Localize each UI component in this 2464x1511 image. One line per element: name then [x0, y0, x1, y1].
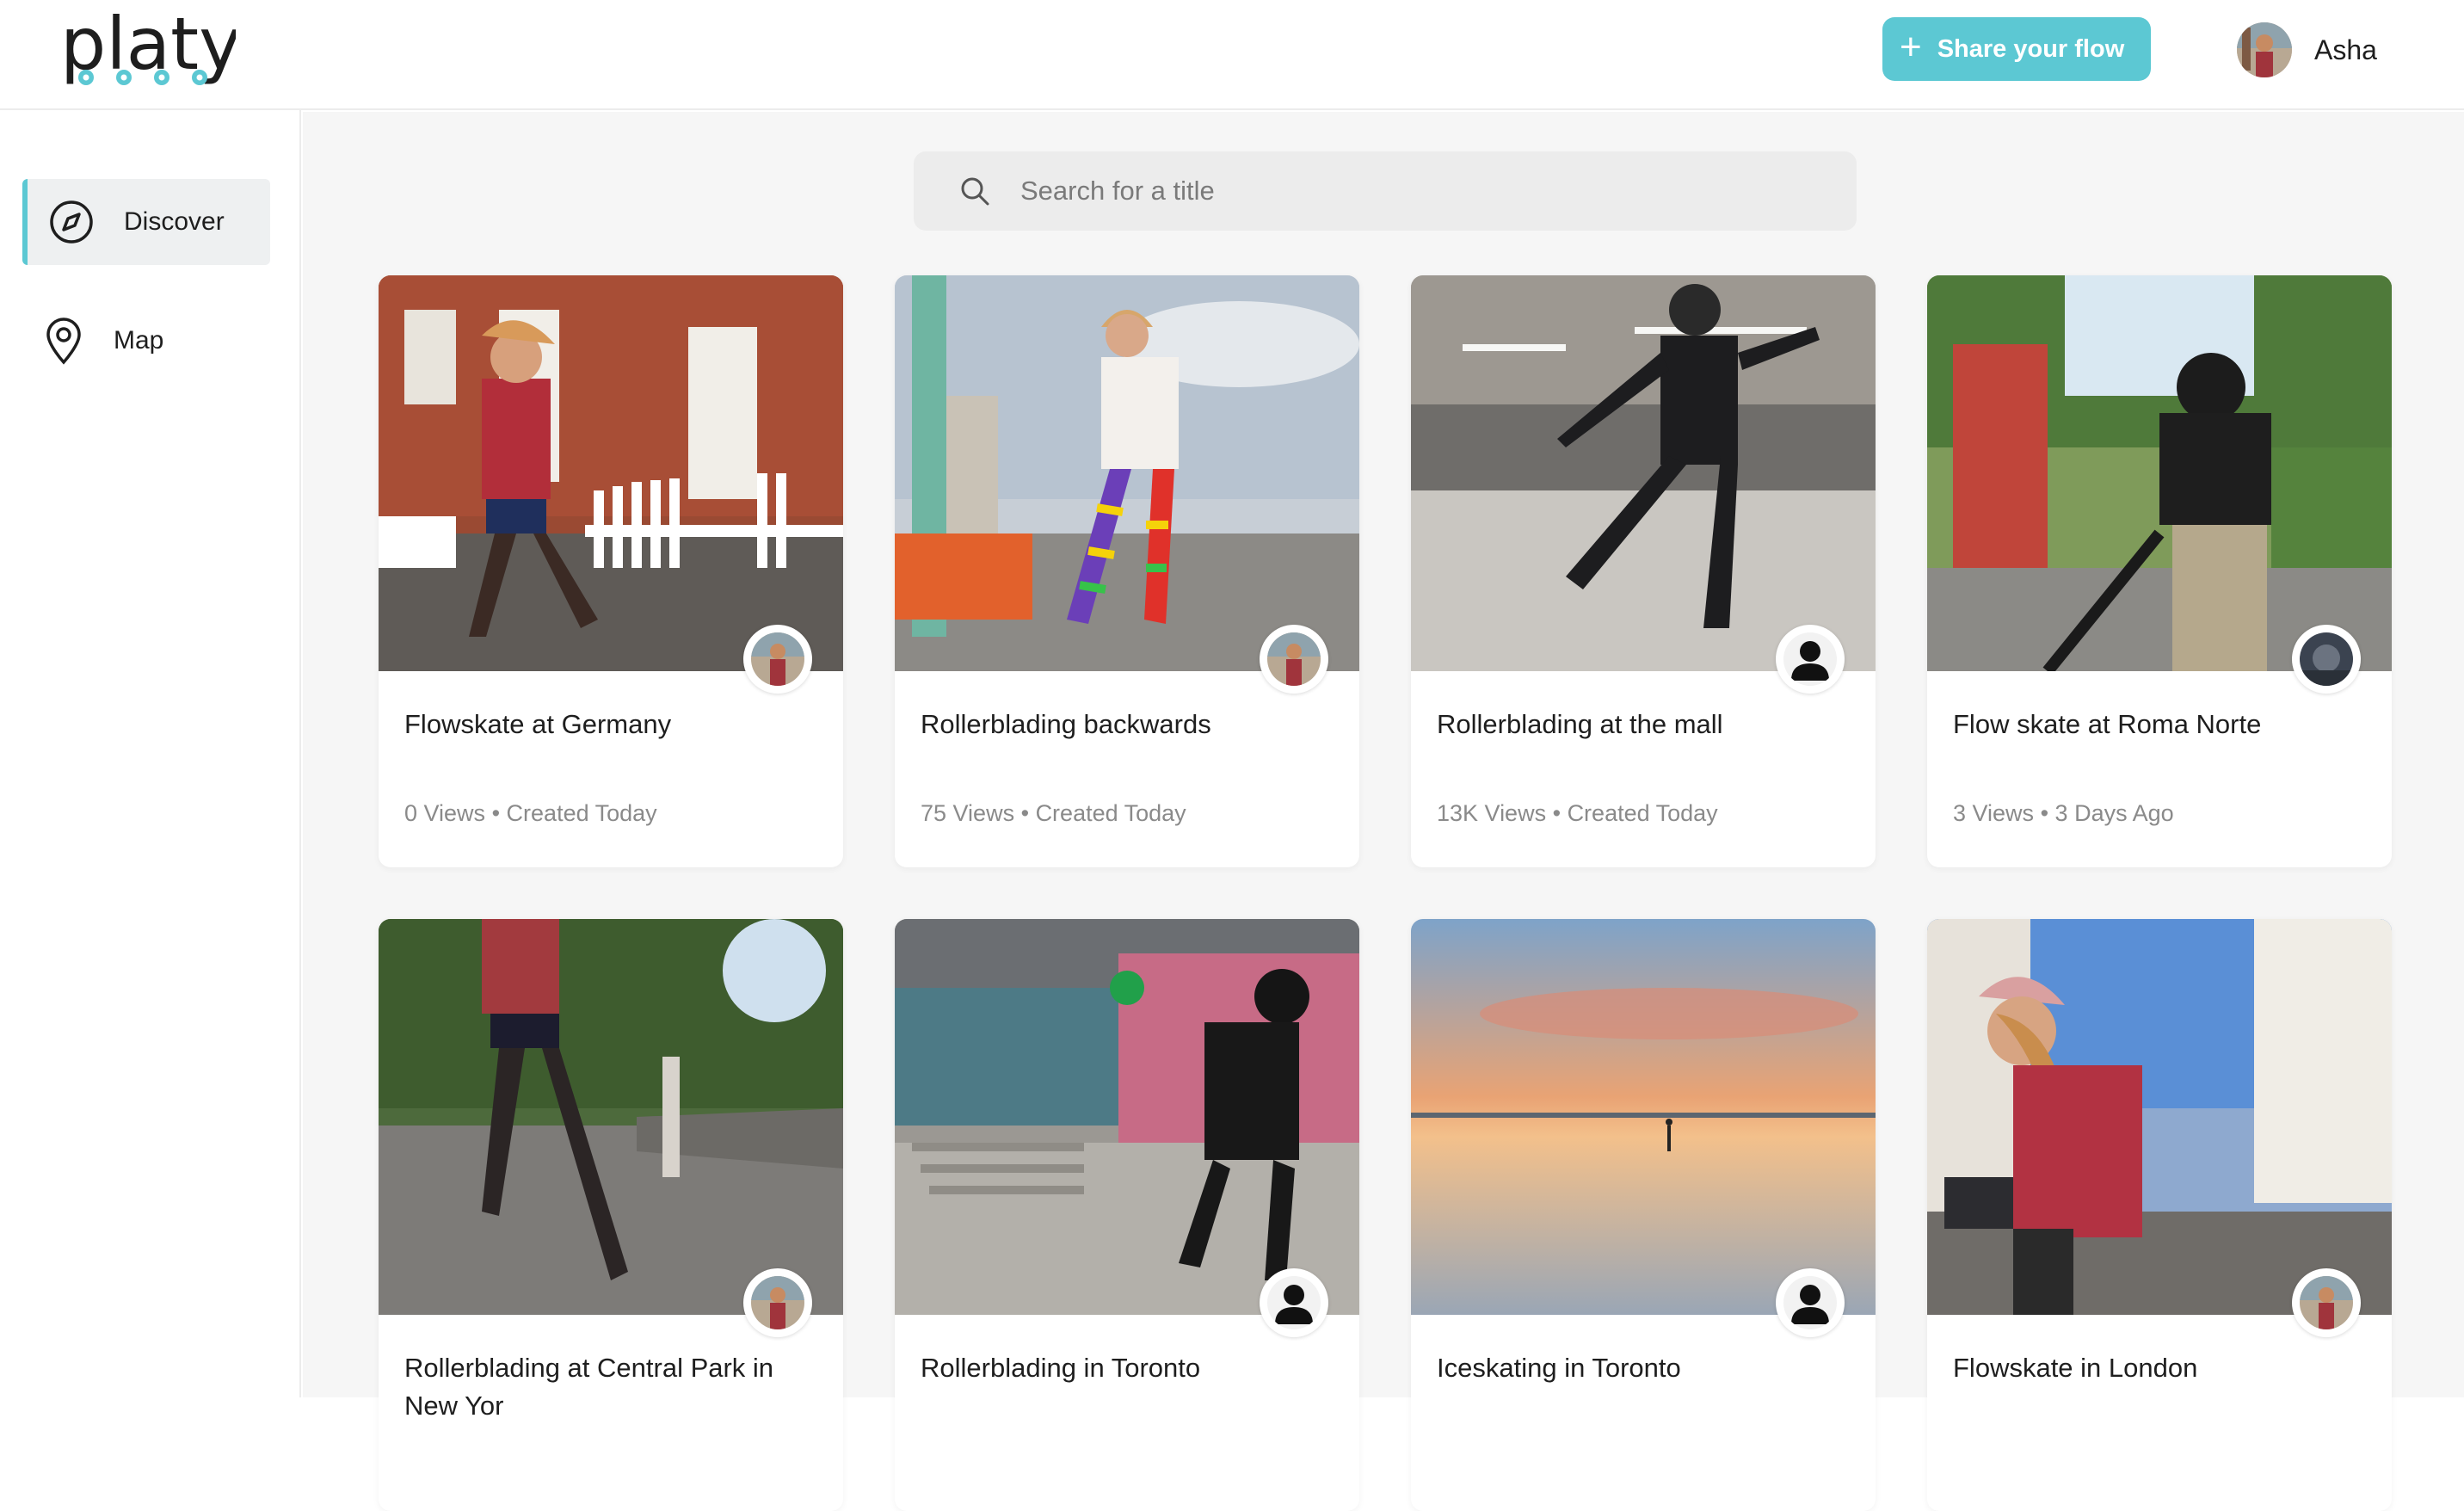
sidebar: Discover Map — [0, 110, 301, 1397]
creator-avatar[interactable] — [2292, 625, 2361, 694]
share-button-label: Share your flow — [1937, 34, 2125, 63]
created-date: Created Today — [1567, 800, 1718, 826]
creator-avatar[interactable] — [1776, 625, 1845, 694]
view-count: 13K Views — [1437, 800, 1547, 826]
search-bar[interactable] — [914, 151, 1857, 231]
creator-avatar[interactable] — [2292, 1268, 2361, 1337]
video-thumbnail[interactable] — [1927, 275, 2392, 671]
video-title[interactable]: Rollerblading at Central Park in New Yor — [404, 1349, 809, 1425]
video-title[interactable]: Rollerblading at the mall — [1437, 706, 1841, 743]
sidebar-item-label: Discover — [124, 207, 225, 236]
search-icon — [961, 177, 989, 206]
default-user-icon — [1791, 1285, 1829, 1324]
creator-avatar[interactable] — [743, 1268, 812, 1337]
video-title[interactable]: Rollerblading in Toronto — [921, 1349, 1325, 1387]
compass-icon — [50, 200, 93, 244]
video-thumbnail[interactable] — [1411, 275, 1876, 671]
platy-logo[interactable]: platy — [55, 0, 236, 96]
video-thumbnail[interactable] — [895, 919, 1359, 1315]
video-title[interactable]: Flowskate at Germany — [404, 706, 809, 743]
video-title[interactable]: Flowskate in London — [1953, 1349, 2357, 1387]
created-date: Created Today — [506, 800, 657, 826]
top-header: platy + Share your flow Asha — [0, 0, 2464, 110]
creator-avatar[interactable] — [743, 625, 812, 694]
view-count: 0 Views — [404, 800, 486, 826]
meta-separator: • — [491, 800, 501, 826]
video-thumbnail[interactable] — [1411, 919, 1876, 1315]
video-thumbnail[interactable] — [895, 275, 1359, 671]
user-menu[interactable]: Asha — [2237, 22, 2377, 77]
video-card[interactable]: Flowskate in London — [1927, 919, 2392, 1511]
video-card[interactable]: Flowskate at Germany 0 Views • Created T… — [379, 275, 843, 867]
default-user-icon — [1791, 641, 1829, 681]
creator-avatar[interactable] — [1260, 625, 1328, 694]
discover-feed: Flowskate at Germany 0 Views • Created T… — [303, 112, 2464, 1511]
video-card[interactable]: Iceskating in Toronto — [1411, 919, 1876, 1511]
video-meta: 0 Views • Created Today — [404, 800, 657, 827]
sidebar-item-label: Map — [114, 326, 164, 355]
video-card[interactable]: Rollerblading at the mall 13K Views • Cr… — [1411, 275, 1876, 867]
user-avatar — [2237, 22, 2292, 77]
video-meta: 75 Views • Created Today — [921, 800, 1186, 827]
meta-separator: • — [1552, 800, 1562, 826]
video-thumbnail[interactable] — [1927, 919, 2392, 1315]
created-date: Created Today — [1035, 800, 1186, 826]
video-title[interactable]: Iceskating in Toronto — [1437, 1349, 1841, 1387]
meta-separator: • — [1020, 800, 1030, 826]
map-pin-icon — [46, 318, 81, 365]
meta-separator: • — [2040, 800, 2049, 826]
sidebar-item-map[interactable]: Map — [17, 298, 265, 384]
video-card[interactable]: Rollerblading at Central Park in New Yor — [379, 919, 843, 1511]
video-card[interactable]: Rollerblading backwards 75 Views • Creat… — [895, 275, 1359, 867]
video-meta: 3 Views • 3 Days Ago — [1953, 800, 2174, 827]
created-date: 3 Days Ago — [2054, 800, 2174, 826]
view-count: 3 Views — [1953, 800, 2035, 826]
default-user-icon — [1275, 1285, 1313, 1324]
creator-avatar[interactable] — [1776, 1268, 1845, 1337]
share-your-flow-button[interactable]: + Share your flow — [1882, 17, 2151, 81]
video-title[interactable]: Flow skate at Roma Norte — [1953, 706, 2357, 743]
plus-icon: + — [1900, 26, 1922, 68]
video-thumbnail[interactable] — [379, 275, 843, 671]
video-title[interactable]: Rollerblading backwards — [921, 706, 1325, 743]
view-count: 75 Views — [921, 800, 1015, 826]
search-input[interactable] — [1020, 176, 1795, 207]
creator-avatar[interactable] — [1260, 1268, 1328, 1337]
sidebar-item-discover[interactable]: Discover — [22, 179, 270, 265]
user-name: Asha — [2314, 34, 2377, 65]
video-meta: 13K Views • Created Today — [1437, 800, 1718, 827]
video-card[interactable]: Rollerblading in Toronto — [895, 919, 1359, 1511]
video-card[interactable]: Flow skate at Roma Norte 3 Views • 3 Day… — [1927, 275, 2392, 867]
video-thumbnail[interactable] — [379, 919, 843, 1315]
